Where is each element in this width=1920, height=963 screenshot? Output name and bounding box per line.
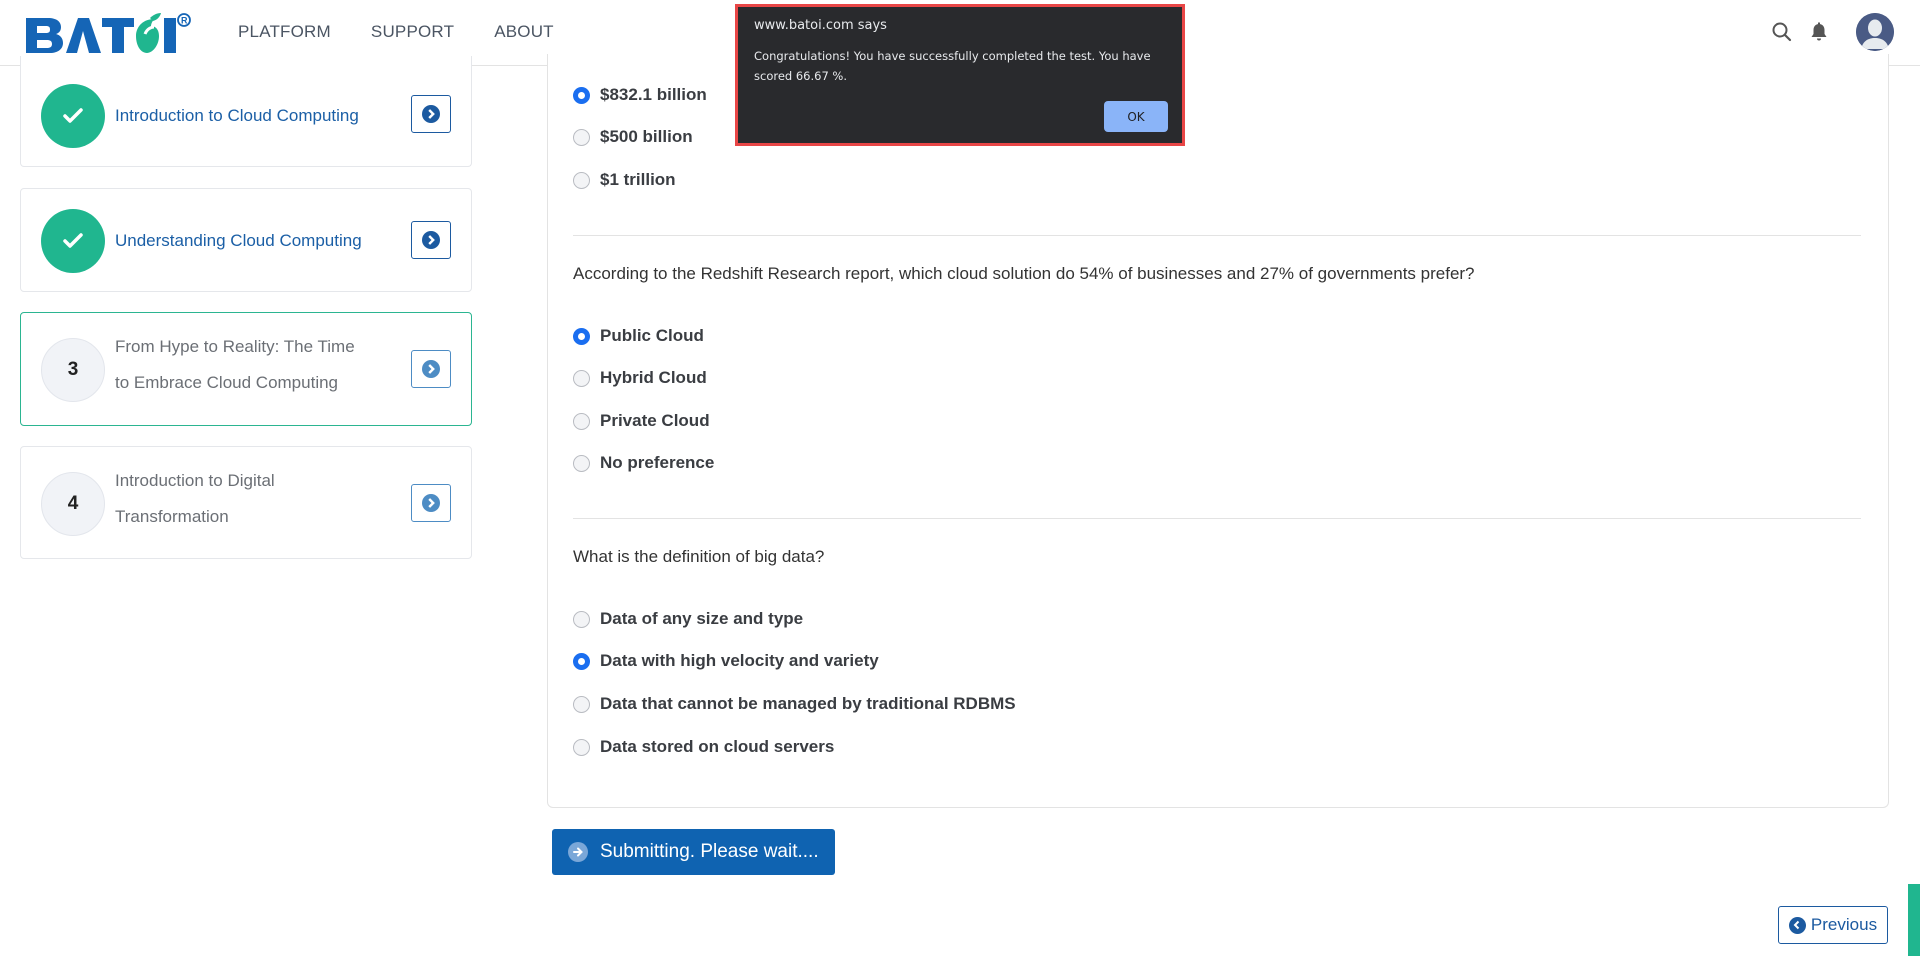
q1-option-1[interactable]: $832.1 billion <box>573 85 707 105</box>
check-icon <box>63 108 83 123</box>
main-nav: PLATFORM SUPPORT ABOUT <box>238 22 554 42</box>
radio-unselected[interactable] <box>573 454 590 472</box>
option-label: Public Cloud <box>600 326 704 345</box>
radio-unselected[interactable] <box>573 171 590 189</box>
radio-unselected[interactable] <box>573 610 590 628</box>
lesson-card-2[interactable]: Understanding Cloud Computing <box>20 188 472 292</box>
option-label: $832.1 billion <box>600 85 707 104</box>
lesson-card-3-active[interactable]: 3 From Hype to Reality: The Time to Embr… <box>20 312 472 426</box>
q3-option-2[interactable]: Data with high velocity and variety <box>573 651 879 671</box>
lesson-title-line2: to Embrace Cloud Computing <box>115 373 339 392</box>
question-divider <box>573 518 1861 519</box>
nav-platform[interactable]: PLATFORM <box>238 22 331 42</box>
q3-option-1[interactable]: Data of any size and type <box>573 609 803 629</box>
lesson-open-button[interactable] <box>411 350 451 388</box>
q2-option-1[interactable]: Public Cloud <box>573 326 704 346</box>
question-3-text: What is the definition of big data? <box>573 547 825 566</box>
option-label: $500 billion <box>600 127 693 146</box>
lesson-card-1[interactable]: Introduction to Cloud Computing <box>20 56 472 167</box>
question-divider <box>573 235 1861 236</box>
q1-option-2[interactable]: $500 billion <box>573 127 693 147</box>
lesson-title[interactable]: From Hype to Reality: The Time to Embrac… <box>115 329 355 401</box>
option-label: Private Cloud <box>600 411 710 430</box>
radio-unselected[interactable] <box>573 128 590 146</box>
lesson-number-badge: 3 <box>41 338 105 402</box>
nav-support[interactable]: SUPPORT <box>371 22 454 42</box>
user-silhouette-icon <box>1856 13 1894 51</box>
feedback-side-tab[interactable] <box>1908 884 1920 956</box>
completed-badge <box>41 209 105 273</box>
completed-badge <box>41 84 105 148</box>
option-label: $1 trillion <box>600 170 676 189</box>
radio-unselected[interactable] <box>573 369 590 387</box>
search-icon[interactable] <box>1770 20 1794 44</box>
previous-button[interactable]: Previous <box>1778 906 1888 944</box>
option-label: Hybrid Cloud <box>600 368 707 387</box>
option-label: No preference <box>600 453 715 472</box>
option-label: Data of any size and type <box>600 609 804 628</box>
chevron-circle-right-icon <box>422 360 440 378</box>
radio-unselected[interactable] <box>573 738 590 756</box>
q1-option-3[interactable]: $1 trillion <box>573 170 676 190</box>
radio-unselected[interactable] <box>573 695 590 713</box>
lesson-card-4[interactable]: 4 Introduction to Digital Transformation <box>20 446 472 559</box>
chevron-circle-right-icon <box>422 494 440 512</box>
svg-text:R: R <box>181 16 188 26</box>
option-label: Data that cannot be managed by tradition… <box>600 694 1016 713</box>
option-label: Data with high velocity and variety <box>600 651 879 670</box>
q3-option-4[interactable]: Data stored on cloud servers <box>573 737 834 757</box>
lesson-title-line2: Transformation <box>115 507 229 526</box>
bell-icon[interactable] <box>1807 20 1831 44</box>
option-label: Data stored on cloud servers <box>600 737 835 756</box>
radio-unselected[interactable] <box>573 412 590 430</box>
radio-selected[interactable] <box>573 652 590 670</box>
lesson-title[interactable]: Understanding Cloud Computing <box>115 223 362 259</box>
dialog-title: www.batoi.com says <box>754 18 887 33</box>
arrow-circle-right-icon <box>568 842 588 862</box>
dialog-ok-button[interactable]: OK <box>1104 101 1168 132</box>
submit-button[interactable]: Submitting. Please wait.... <box>552 829 835 875</box>
lesson-title[interactable]: Introduction to Cloud Computing <box>115 98 359 134</box>
lesson-title-line1: Introduction to Digital <box>115 471 275 490</box>
dialog-message: Congratulations! You have successfully c… <box>754 49 1151 83</box>
lesson-title-line1: From Hype to Reality: The Time <box>115 337 355 356</box>
q2-option-3[interactable]: Private Cloud <box>573 411 710 431</box>
radio-selected[interactable] <box>573 86 590 104</box>
q2-option-2[interactable]: Hybrid Cloud <box>573 368 707 388</box>
q3-option-3[interactable]: Data that cannot be managed by tradition… <box>573 694 1016 714</box>
submit-label: Submitting. Please wait.... <box>600 841 819 862</box>
q2-option-4[interactable]: No preference <box>573 453 714 473</box>
nav-about[interactable]: ABOUT <box>494 22 554 42</box>
lesson-title[interactable]: Introduction to Digital Transformation <box>115 463 275 535</box>
user-avatar[interactable] <box>1856 13 1894 51</box>
lesson-open-button[interactable] <box>411 221 451 259</box>
batoi-logo-mark: R <box>26 13 191 53</box>
chevron-circle-right-icon <box>422 231 440 249</box>
chevron-circle-right-icon <box>422 105 440 123</box>
check-icon <box>63 233 83 248</box>
chevron-circle-left-icon <box>1788 916 1806 934</box>
alert-dialog: www.batoi.com says Congratulations! You … <box>735 4 1185 146</box>
question-2-text: According to the Redshift Research repor… <box>573 264 1475 283</box>
radio-selected[interactable] <box>573 327 590 345</box>
previous-label: Previous <box>1810 915 1878 934</box>
lesson-number-badge: 4 <box>41 472 105 536</box>
batoi-logo[interactable]: R <box>24 12 200 54</box>
lesson-open-button[interactable] <box>411 95 451 133</box>
lesson-open-button[interactable] <box>411 484 451 522</box>
